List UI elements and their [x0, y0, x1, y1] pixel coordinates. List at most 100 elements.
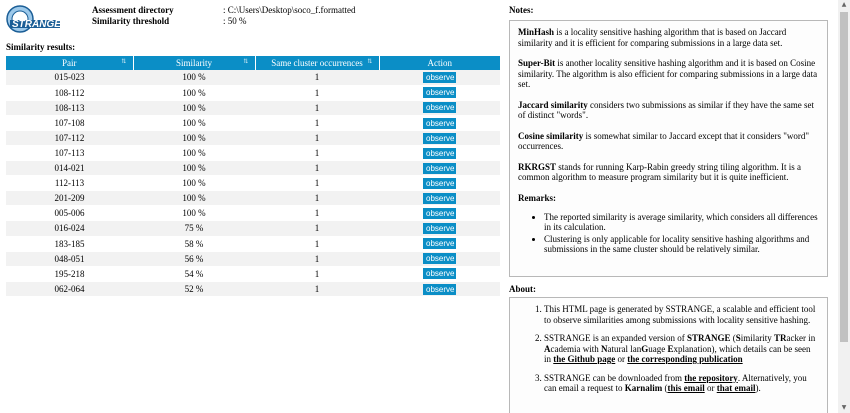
table-row: 107-108 100 % 1 observe: [6, 115, 500, 131]
observe-button[interactable]: observe: [423, 208, 456, 220]
observe-button[interactable]: observe: [423, 87, 456, 99]
scroll-up-icon[interactable]: ▲: [838, 0, 850, 10]
similarity-cell: 100 %: [133, 175, 255, 192]
action-cell: observe: [379, 236, 500, 252]
occurrences-cell: 1: [255, 251, 379, 267]
table-row: 108-112 100 % 1 observe: [6, 85, 500, 101]
that-email-link[interactable]: that email: [717, 383, 756, 393]
scroll-down-icon[interactable]: ▼: [838, 403, 850, 413]
occurrences-cell: 1: [255, 100, 379, 116]
observe-button[interactable]: observe: [423, 72, 456, 84]
table-row: 107-112 100 % 1 observe: [6, 130, 500, 146]
observe-button[interactable]: observe: [423, 162, 456, 174]
occurrences-cell: 1: [255, 266, 379, 282]
page-scrollbar[interactable]: ▲ ▼: [838, 0, 850, 413]
pair-cell: 107-108: [6, 115, 133, 131]
observe-button[interactable]: observe: [423, 283, 456, 295]
column-header-similarity[interactable]: Similarity ⇅: [133, 56, 256, 70]
pair-cell: 201-209: [6, 190, 133, 207]
about-item-3: SSTRANGE can be downloaded from the repo…: [544, 373, 819, 394]
occurrences-cell: 1: [255, 130, 379, 146]
similarity-threshold-value: : 50 %: [223, 16, 247, 26]
notes-panel: MinHash is a locality sensitive hashing …: [509, 20, 828, 277]
similarity-cell: 100 %: [133, 205, 255, 222]
similarity-cell: 100 %: [133, 190, 255, 207]
observe-button[interactable]: observe: [423, 238, 456, 250]
pair-cell: 005-006: [6, 205, 133, 222]
note-superbit: Super-Bit is another locality sensitive …: [518, 58, 818, 89]
results-body: 015-023 100 % 1 observe 108-112 100 % 1 observe…: [6, 70, 500, 297]
action-cell: observe: [379, 145, 500, 162]
similarity-cell: 58 %: [133, 236, 255, 252]
observe-button[interactable]: observe: [423, 223, 456, 235]
table-row: 016-024 75 % 1 observe: [6, 220, 500, 237]
pair-cell: 183-185: [6, 236, 133, 252]
table-row: 112-113 100 % 1 observe: [6, 175, 500, 192]
strange-logo: STRANGE: [6, 4, 64, 34]
column-header-pair[interactable]: Pair ⇅: [6, 56, 134, 70]
observe-button[interactable]: observe: [423, 117, 456, 129]
about-panel: This HTML page is generated by SSTRANGE,…: [509, 297, 828, 413]
similarity-results-title: Similarity results:: [6, 42, 76, 52]
assessment-directory-value: : C:\Users\Desktop\soco_f.formatted: [223, 5, 356, 15]
sort-icon[interactable]: ⇅: [243, 58, 248, 65]
action-cell: observe: [379, 205, 500, 222]
similarity-results-table: Pair ⇅ Similarity ⇅ Same cluster occurrenc…: [6, 56, 500, 297]
observe-button[interactable]: observe: [423, 177, 456, 189]
about-item-2: SSTRANGE is an expanded version of STRAN…: [544, 333, 819, 365]
table-row: 062-064 52 % 1 observe: [6, 281, 500, 297]
scrollbar-thumb[interactable]: [840, 12, 848, 342]
remark-item: Clustering is only applicable for locali…: [544, 234, 819, 255]
table-header-row: Pair ⇅ Similarity ⇅ Same cluster occurrenc…: [6, 56, 500, 70]
table-row: 014-021 100 % 1 observe: [6, 160, 500, 177]
pair-cell: 108-113: [6, 100, 133, 116]
occurrences-cell: 1: [255, 190, 379, 207]
this-email-link[interactable]: this email: [667, 383, 704, 393]
column-header-occurrences[interactable]: Same cluster occurrences ⇅: [255, 56, 380, 70]
action-cell: observe: [379, 266, 500, 282]
repository-link[interactable]: the repository: [684, 373, 738, 383]
remark-item: The reported similarity is average simil…: [544, 212, 819, 233]
action-cell: observe: [379, 115, 500, 131]
observe-button[interactable]: observe: [423, 132, 456, 144]
pair-cell: 107-112: [6, 130, 133, 146]
observe-button[interactable]: observe: [423, 102, 456, 114]
remarks-title: Remarks:: [518, 192, 556, 203]
similarity-cell: 56 %: [133, 251, 255, 267]
assessment-info: Assessment directory : C:\Users\Desktop\…: [92, 5, 492, 27]
similarity-cell: 54 %: [133, 266, 255, 282]
observe-button[interactable]: observe: [423, 268, 456, 280]
table-row: 108-113 100 % 1 observe: [6, 100, 500, 116]
occurrences-cell: 1: [255, 205, 379, 222]
action-cell: observe: [379, 251, 500, 267]
observe-button[interactable]: observe: [423, 193, 456, 205]
pair-cell: 015-023: [6, 70, 133, 86]
assessment-directory-label: Assessment directory: [92, 5, 174, 15]
table-row: 183-185 58 % 1 observe: [6, 236, 500, 252]
observe-button[interactable]: observe: [423, 147, 456, 159]
action-cell: observe: [379, 281, 500, 297]
occurrences-cell: 1: [255, 70, 379, 86]
pair-cell: 014-021: [6, 160, 133, 177]
pair-cell: 062-064: [6, 281, 133, 297]
pair-cell: 107-113: [6, 145, 133, 162]
occurrences-cell: 1: [255, 115, 379, 131]
action-cell: observe: [379, 175, 500, 192]
action-cell: observe: [379, 220, 500, 237]
similarity-cell: 100 %: [133, 130, 255, 146]
occurrences-cell: 1: [255, 236, 379, 252]
github-page-link[interactable]: the Github page: [553, 354, 615, 364]
pair-cell: 108-112: [6, 85, 133, 101]
pair-cell: 016-024: [6, 220, 133, 237]
action-cell: observe: [379, 160, 500, 177]
occurrences-cell: 1: [255, 85, 379, 101]
similarity-cell: 52 %: [133, 281, 255, 297]
sort-icon[interactable]: ⇅: [121, 58, 126, 65]
sort-icon[interactable]: ⇅: [367, 58, 372, 65]
occurrences-cell: 1: [255, 160, 379, 177]
note-cosine: Cosine similarity is somewhat similar to…: [518, 130, 810, 152]
note-jaccard: Jaccard similarity considers two submiss…: [518, 99, 814, 121]
table-row: 195-218 54 % 1 observe: [6, 266, 500, 282]
observe-button[interactable]: observe: [423, 253, 456, 265]
publication-link[interactable]: the corresponding publication: [627, 354, 742, 364]
